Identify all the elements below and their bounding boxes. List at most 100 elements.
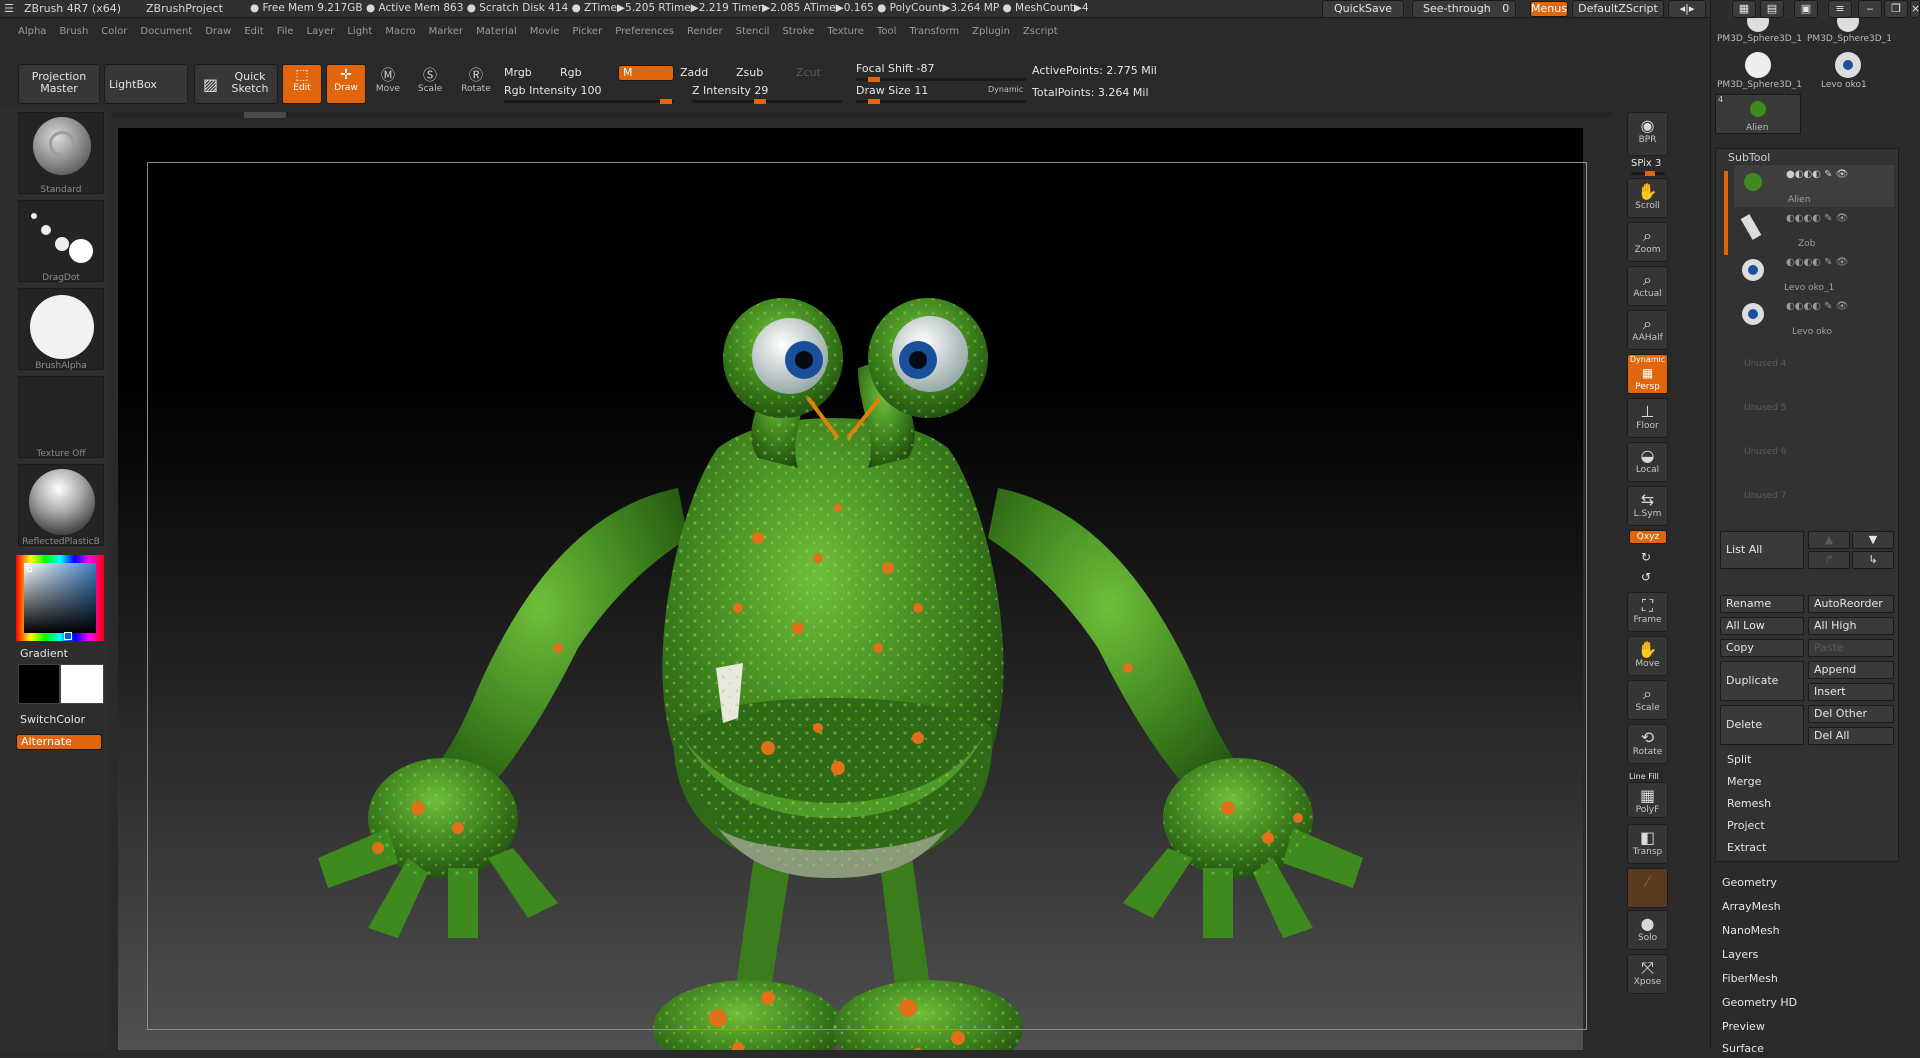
alpha-picker[interactable]: BrushAlpha bbox=[18, 288, 104, 371]
arraymesh-section[interactable]: ArrayMesh bbox=[1716, 898, 1888, 916]
remesh-section[interactable]: Remesh bbox=[1721, 795, 1893, 813]
solo-button[interactable]: ● Solo bbox=[1627, 910, 1668, 950]
zbrush-logo-icon[interactable]: ☰ bbox=[4, 2, 14, 15]
gradient-label[interactable]: Gradient bbox=[20, 647, 68, 660]
aahalf-button[interactable]: ⌕ AAHalf bbox=[1627, 310, 1668, 350]
paste-button[interactable]: Paste bbox=[1808, 639, 1894, 657]
xpose-button[interactable]: ⤧ Xpose bbox=[1627, 954, 1668, 994]
mrgb-button[interactable]: Mrgb bbox=[504, 66, 532, 79]
switch-color-button[interactable]: SwitchColor bbox=[20, 713, 85, 726]
draw-size-label[interactable]: Draw Size 11 bbox=[856, 84, 928, 97]
default-zscript-button[interactable]: DefaultZScript bbox=[1572, 0, 1664, 18]
horizontal-scrollbar[interactable] bbox=[112, 112, 1612, 118]
zsub-button[interactable]: Zsub bbox=[736, 66, 763, 79]
rotate-cw-icon[interactable]: ↻ bbox=[1641, 550, 1651, 564]
rotate-view-button[interactable]: ⟲ Rotate bbox=[1627, 724, 1668, 764]
surface-section[interactable]: Surface bbox=[1716, 1040, 1888, 1058]
menu-tool[interactable]: Tool bbox=[877, 26, 896, 37]
visibility-toggles-icon[interactable]: ●◐◐◐ ✎ 👁 bbox=[1786, 169, 1848, 180]
stroke-picker[interactable]: DragDot bbox=[18, 200, 104, 283]
preview-section[interactable]: Preview bbox=[1716, 1018, 1888, 1036]
insert-arrow-icon[interactable]: ↱ bbox=[1808, 551, 1850, 569]
delete-button[interactable]: Delete bbox=[1720, 705, 1804, 745]
focal-shift-label[interactable]: Focal Shift -87 bbox=[856, 62, 934, 75]
lightbox-button[interactable]: LightBox bbox=[104, 64, 188, 104]
bpr-button[interactable]: ◉ BPR bbox=[1627, 112, 1668, 156]
nanomesh-section[interactable]: NanoMesh bbox=[1716, 922, 1888, 940]
menu-stroke[interactable]: Stroke bbox=[782, 26, 814, 37]
local-button[interactable]: ◒ Local bbox=[1627, 442, 1668, 482]
copy-button[interactable]: Copy bbox=[1720, 639, 1804, 657]
merge-section[interactable]: Merge bbox=[1721, 773, 1893, 791]
visibility-toggles-icon[interactable]: ◐◐◐◐ ✎ 👁 bbox=[1786, 301, 1848, 312]
scale-view-button[interactable]: ⌕ Scale bbox=[1627, 680, 1668, 720]
frame-button[interactable]: ⛶ Frame bbox=[1627, 592, 1668, 632]
menu-movie[interactable]: Movie bbox=[530, 26, 560, 37]
subtool-item-levo-oko[interactable]: ◐◐◐◐ ✎ 👁 Levo oko bbox=[1734, 297, 1894, 339]
m-material-button[interactable]: M bbox=[618, 65, 674, 81]
draw-mode-button[interactable]: ✛ Draw bbox=[326, 64, 366, 104]
menu-stencil[interactable]: Stencil bbox=[736, 26, 770, 37]
subtool-title[interactable]: SubTool bbox=[1728, 151, 1770, 164]
all-high-button[interactable]: All High bbox=[1808, 617, 1894, 635]
subtool-scroll-indicator[interactable] bbox=[1724, 171, 1728, 255]
extract-section[interactable]: Extract bbox=[1721, 839, 1893, 857]
menu-light[interactable]: Light bbox=[347, 26, 372, 37]
menu-color[interactable]: Color bbox=[101, 26, 127, 37]
texture-picker[interactable]: Texture Off bbox=[18, 376, 104, 459]
list-all-button[interactable]: List All bbox=[1720, 531, 1804, 569]
spix-value[interactable]: SPix 3 bbox=[1631, 158, 1661, 169]
rgb-intensity-slider[interactable] bbox=[504, 99, 674, 104]
menu-draw[interactable]: Draw bbox=[205, 26, 231, 37]
menu-render[interactable]: Render bbox=[687, 26, 723, 37]
close-icon[interactable]: × bbox=[1910, 0, 1920, 18]
all-low-button[interactable]: All Low bbox=[1720, 617, 1804, 635]
menu-zplugin[interactable]: Zplugin bbox=[972, 26, 1010, 37]
tool-thumb[interactable]: PM3D_Sphere3D_1 bbox=[1715, 50, 1802, 94]
main-color-swatch[interactable] bbox=[60, 664, 104, 704]
menu-brush[interactable]: Brush bbox=[59, 26, 88, 37]
project-section[interactable]: Project bbox=[1721, 817, 1893, 835]
zoom-button[interactable]: ⌕ Zoom bbox=[1627, 222, 1668, 262]
rename-button[interactable]: Rename bbox=[1720, 595, 1804, 613]
z-intensity-slider[interactable] bbox=[692, 99, 842, 104]
tool-thumb[interactable]: Levo oko1 bbox=[1805, 50, 1891, 94]
menu-layer[interactable]: Layer bbox=[306, 26, 334, 37]
menu-zscript[interactable]: Zscript bbox=[1023, 26, 1058, 37]
focal-shift-slider[interactable] bbox=[856, 77, 1026, 82]
color-picker[interactable] bbox=[16, 555, 104, 641]
scroll-button[interactable]: ✋ Scroll bbox=[1627, 178, 1668, 218]
menu-edit[interactable]: Edit bbox=[244, 26, 263, 37]
zcut-button[interactable]: Zcut bbox=[796, 66, 821, 79]
geometry-hd-section[interactable]: Geometry HD bbox=[1716, 994, 1888, 1012]
move-up-arrow-icon[interactable]: ▲ bbox=[1808, 531, 1850, 549]
rgb-button[interactable]: Rgb bbox=[560, 66, 582, 79]
zadd-button[interactable]: Zadd bbox=[680, 66, 708, 79]
fibermesh-section[interactable]: FiberMesh bbox=[1716, 970, 1888, 988]
xyz-button[interactable]: Qxyz bbox=[1629, 530, 1667, 544]
window-menu-icon[interactable]: ≡ bbox=[1828, 0, 1852, 18]
menu-macro[interactable]: Macro bbox=[385, 26, 415, 37]
tool-thumb-selected[interactable]: 4 Alien bbox=[1715, 94, 1801, 134]
menu-marker[interactable]: Marker bbox=[429, 26, 464, 37]
transp-button[interactable]: ◧ Transp bbox=[1627, 824, 1668, 864]
edit-mode-button[interactable]: ⬚ Edit bbox=[282, 64, 322, 104]
persp-button[interactable]: Dynamic ▦ Persp bbox=[1627, 354, 1668, 394]
menu-file[interactable]: File bbox=[277, 26, 294, 37]
secondary-color-swatch[interactable] bbox=[18, 664, 60, 704]
z-intensity-label[interactable]: Z Intensity 29 bbox=[692, 84, 768, 97]
layout-icon[interactable]: ▦ bbox=[1732, 0, 1756, 18]
restore-icon[interactable]: ❐ bbox=[1884, 0, 1908, 18]
menu-document[interactable]: Document bbox=[140, 26, 192, 37]
menus-button[interactable]: Menus bbox=[1530, 1, 1568, 17]
duplicate-button[interactable]: Duplicate bbox=[1720, 661, 1804, 701]
move-down-arrow-icon[interactable]: ▼ bbox=[1852, 531, 1894, 549]
scale-mode-button[interactable]: Ⓢ Scale bbox=[412, 68, 448, 94]
menu-preferences[interactable]: Preferences bbox=[615, 26, 674, 37]
dynamic-toggle[interactable]: Dynamic bbox=[988, 85, 1023, 94]
subtool-item-zob[interactable]: ◐◐◐◐ ✎ 👁 Zob bbox=[1734, 209, 1894, 251]
visibility-toggles-icon[interactable]: ◐◐◐◐ ✎ 👁 bbox=[1786, 213, 1848, 224]
rgb-intensity-label[interactable]: Rgb Intensity 100 bbox=[504, 84, 601, 97]
layout-icon[interactable]: ▤ bbox=[1760, 0, 1784, 18]
actual-button[interactable]: ⌕ Actual bbox=[1627, 266, 1668, 306]
